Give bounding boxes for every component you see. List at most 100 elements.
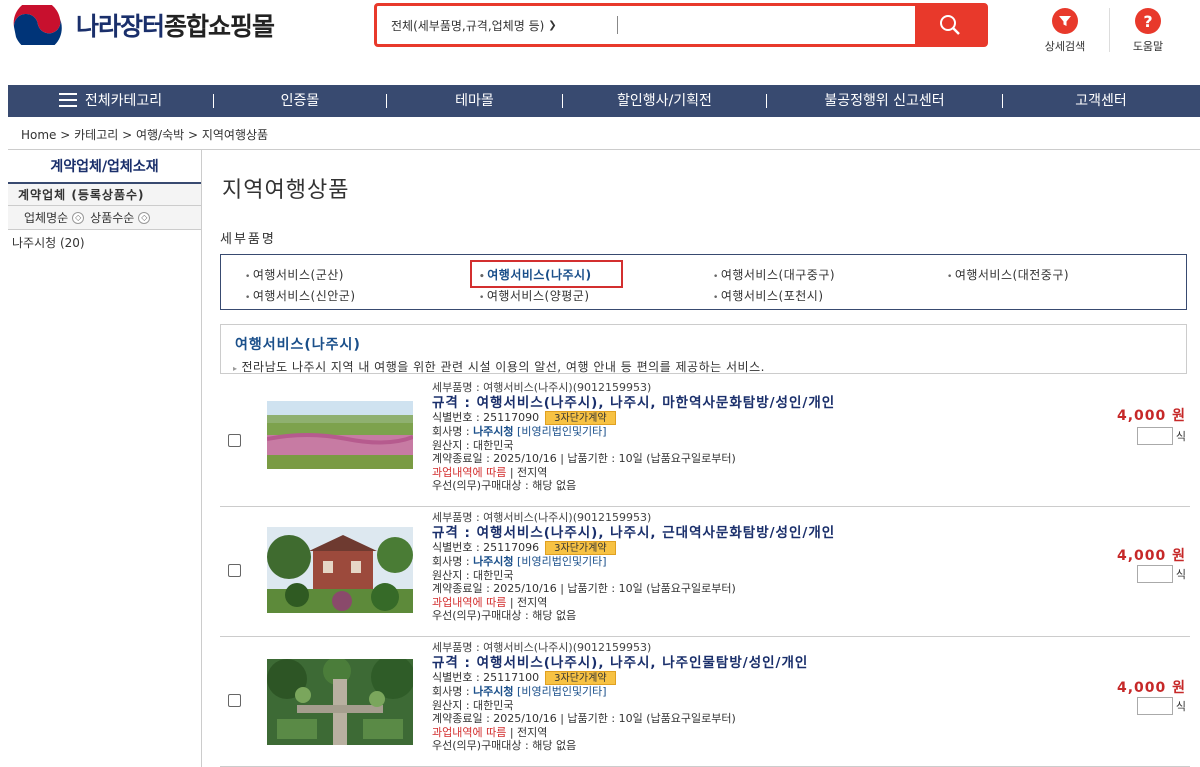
quantity-input[interactable] — [1136, 427, 1173, 445]
quantity-control: 식 — [1136, 565, 1186, 583]
chevron-down-icon: ❯ — [548, 19, 557, 31]
detail-search-button[interactable]: 상세검색 — [1035, 8, 1095, 54]
scope-link[interactable]: 과업내역에 따름 — [432, 466, 506, 479]
product-spec-link[interactable]: 규격 : 여행서비스(나주시), 나주시, 마한역사문화탐방/성인/개인 — [432, 396, 1052, 411]
quantity-input[interactable] — [1136, 697, 1173, 715]
category-item[interactable]: • 여행서비스(포천시) — [713, 287, 824, 304]
logo-text: 나라장터종합쇼핑몰 — [76, 12, 275, 41]
company-type: [비영리법인및기타] — [517, 685, 607, 698]
main-content: 지역여행상품 세부품명 • 여행서비스(군산) • 여행서비스(나주시) • 여행서비… — [220, 150, 1190, 767]
product-id-line: 식별번호 : 25117096 3자단가계약 — [432, 541, 1052, 555]
product-id-line: 식별번호 : 25117090 3자단가계약 — [432, 411, 1052, 425]
product-origin: 원산지 : 대한민국 — [432, 698, 514, 712]
product-row: 세부품명 : 여행서비스(나주시)(9012159953) 규격 : 여행서비스… — [220, 507, 1190, 637]
product-scope-line: 과업내역에 따름 | 전지역 — [432, 725, 548, 739]
scope-link[interactable]: 과업내역에 따름 — [432, 596, 506, 609]
product-price: 4,000 원 — [1116, 680, 1186, 696]
product-image[interactable] — [267, 659, 413, 745]
sort-by-name-label: 업체명순 — [24, 211, 69, 225]
contract-type-badge: 3자단가계약 — [545, 541, 616, 555]
company-link[interactable]: 나주시청 — [473, 425, 513, 438]
contract-type-badge: 3자단가계약 — [545, 411, 616, 425]
product-info: 세부품명 : 여행서비스(나주시)(9012159953) 규격 : 여행서비스… — [432, 381, 1052, 493]
product-checkbox[interactable] — [228, 694, 241, 707]
product-price: 4,000 원 — [1116, 408, 1186, 424]
product-image[interactable] — [267, 527, 413, 613]
product-contract: 계약종료일 : 2025/10/16 | 납품기한 : 10일 (납품요구일로부… — [432, 712, 736, 725]
product-kind: 세부품명 : 여행서비스(나주시)(9012159953) — [432, 511, 652, 524]
nav-customer-center[interactable]: 고객센터 — [1003, 85, 1199, 117]
category-item[interactable]: • 여행서비스(대구중구) — [713, 266, 835, 283]
product-info: 세부품명 : 여행서비스(나주시)(9012159953) 규격 : 여행서비스… — [432, 511, 1052, 623]
category-info-title: 여행서비스(나주시) — [235, 337, 361, 353]
product-spec-link[interactable]: 규격 : 여행서비스(나주시), 나주시, 근대역사문화탐방/성인/개인 — [432, 526, 1052, 541]
product-scope-line: 과업내역에 따름 | 전지역 — [432, 595, 548, 609]
product-contract: 계약종료일 : 2025/10/16 | 납품기한 : 10일 (납품요구일로부… — [432, 452, 736, 465]
sort-by-count-label: 상품수순 — [90, 211, 135, 225]
category-item[interactable]: • 여행서비스(대전중구) — [947, 266, 1069, 283]
nav-theme-mall[interactable]: 테마몰 — [387, 85, 562, 117]
product-priority: 우선(의무)구매대상 : 해당 없음 — [432, 479, 577, 492]
breadcrumb[interactable]: Home > 카테고리 > 여행/숙박 > 지역여행상품 — [21, 126, 268, 143]
quantity-control: 식 — [1136, 697, 1186, 715]
filter-icon — [1052, 8, 1078, 34]
search-input[interactable] — [617, 16, 915, 34]
product-origin: 원산지 : 대한민국 — [432, 568, 514, 582]
taegeuk-logo-icon — [8, 0, 70, 52]
product-origin: 원산지 : 대한민국 — [432, 438, 514, 452]
product-kind: 세부품명 : 여행서비스(나주시)(9012159953) — [432, 641, 652, 654]
product-company-line: 회사명 : 나주시청 [비영리법인및기타] — [432, 685, 607, 698]
nav-certified-mall[interactable]: 인증몰 — [214, 85, 386, 117]
search-scope-select[interactable]: 전체(세부품명,규격,업체명 등) ❯ — [377, 6, 617, 44]
product-kind: 세부품명 : 여행서비스(나주시)(9012159953) — [432, 381, 652, 394]
unit-label: 식 — [1175, 568, 1186, 581]
sidebar-item-company[interactable]: 나주시청 (20) — [8, 230, 201, 251]
category-item-selected[interactable]: • 여행서비스(나주시) — [479, 266, 592, 283]
category-filter-box: • 여행서비스(군산) • 여행서비스(나주시) • 여행서비스(대구중구) • 여행서… — [220, 254, 1187, 310]
unit-label: 식 — [1175, 430, 1186, 443]
sidebar-title: 계약업체/업체소재 — [8, 150, 201, 184]
triangle-icon: ▸ — [233, 364, 238, 373]
nav-unfair-report[interactable]: 불공정행위 신고센터 — [767, 85, 1002, 117]
contract-type-badge: 3자단가계약 — [545, 671, 616, 685]
product-company-line: 회사명 : 나주시청 [비영리법인및기타] — [432, 555, 607, 568]
nav-discount-events[interactable]: 할인행사/기획전 — [563, 85, 766, 117]
sort-by-count-button[interactable]: ◇ — [138, 211, 151, 224]
help-icon: ? — [1135, 8, 1161, 34]
product-info: 세부품명 : 여행서비스(나주시)(9012159953) 규격 : 여행서비스… — [432, 641, 1052, 753]
help-button[interactable]: ? 도움말 — [1118, 8, 1178, 54]
detail-category-label: 세부품명 — [220, 232, 276, 247]
scope-link[interactable]: 과업내역에 따름 — [432, 726, 506, 739]
help-label: 도움말 — [1132, 40, 1164, 53]
site-logo[interactable]: 나라장터종합쇼핑몰 — [8, 0, 275, 52]
product-id-line: 식별번호 : 25117100 3자단가계약 — [432, 671, 1052, 685]
company-link[interactable]: 나주시청 — [473, 685, 513, 698]
product-spec-link[interactable]: 규격 : 여행서비스(나주시), 나주시, 나주인물탐방/성인/개인 — [432, 656, 1052, 671]
search-box: 전체(세부품명,규격,업체명 등) ❯ — [374, 3, 988, 47]
category-item[interactable]: • 여행서비스(신안군) — [245, 287, 356, 304]
company-type: [비영리법인및기타] — [517, 555, 607, 568]
main-nav: 전체카테고리 인증몰 테마몰 할인행사/기획전 불공정행위 신고센터 고객센터 — [8, 85, 1200, 117]
category-item[interactable]: • 여행서비스(양평군) — [479, 287, 590, 304]
detail-search-label: 상세검색 — [1044, 40, 1086, 53]
product-checkbox[interactable] — [228, 564, 241, 577]
product-contract: 계약종료일 : 2025/10/16 | 납품기한 : 10일 (납품요구일로부… — [432, 582, 736, 595]
product-priority: 우선(의무)구매대상 : 해당 없음 — [432, 609, 577, 622]
product-price: 4,000 원 — [1116, 548, 1186, 564]
product-row: 세부품명 : 여행서비스(나주시)(9012159953) 규격 : 여행서비스… — [220, 637, 1190, 767]
company-link[interactable]: 나주시청 — [473, 555, 513, 568]
nav-all-categories[interactable]: 전체카테고리 — [8, 85, 213, 117]
category-info-desc: ▸ 전라남도 나주시 지역 내 여행을 위한 관련 시설 이용의 알선, 여행 안… — [233, 360, 765, 374]
product-image[interactable] — [267, 401, 413, 469]
sidebar-subtitle: 계약업체 (등록상품수) — [8, 184, 201, 206]
sort-by-name-button[interactable]: ◇ — [72, 211, 85, 224]
product-scope-line: 과업내역에 따름 | 전지역 — [432, 465, 548, 479]
quantity-input[interactable] — [1136, 565, 1173, 583]
product-checkbox[interactable] — [228, 434, 241, 447]
page-title: 지역여행상품 — [222, 178, 350, 203]
category-info-box: 여행서비스(나주시) ▸ 전라남도 나주시 지역 내 여행을 위한 관련 시설 이… — [220, 324, 1187, 374]
category-item[interactable]: • 여행서비스(군산) — [245, 266, 344, 283]
quantity-control: 식 — [1136, 427, 1186, 445]
search-button[interactable] — [915, 6, 985, 44]
sidebar-sort: 업체명순 ◇ 상품수순 ◇ — [8, 206, 201, 230]
